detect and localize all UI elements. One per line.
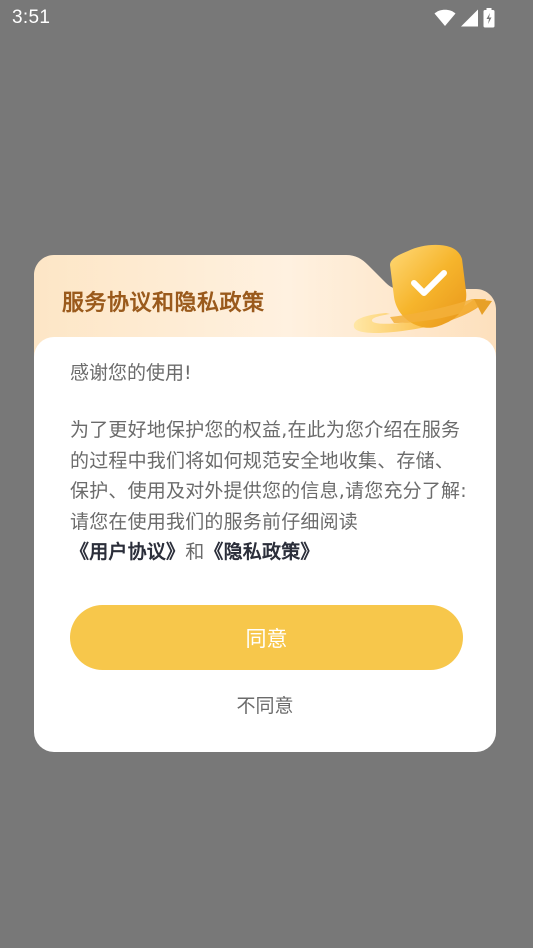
agreement-paragraph: 为了更好地保护您的权益,在此为您介绍在服务的过程中我们将如何规范安全地收集、存储… (70, 415, 468, 568)
dialog-body: 感谢您的使用! 为了更好地保护您的权益,在此为您介绍在服务的过程中我们将如何规范… (34, 337, 496, 752)
user-agreement-link[interactable]: 《用户协议》 (70, 541, 185, 563)
agree-button[interactable]: 同意 (70, 605, 463, 670)
greeting-text: 感谢您的使用! (70, 362, 192, 384)
status-bar: 3:51 (0, 0, 533, 36)
status-time: 3:51 (12, 7, 51, 28)
battery-charging-icon (483, 8, 495, 28)
privacy-policy-link[interactable]: 《隐私政策》 (204, 541, 319, 563)
signal-icon (460, 9, 479, 27)
shield-check-icon (346, 243, 496, 343)
paragraph-text: 为了更好地保护您的权益,在此为您介绍在服务的过程中我们将如何规范安全地收集、存储… (70, 419, 467, 533)
dialog-title: 服务协议和隐私政策 (62, 291, 265, 316)
connector-text: 和 (185, 541, 205, 563)
disagree-button[interactable]: 不同意 (34, 688, 496, 720)
wifi-icon (434, 9, 456, 27)
status-icons (434, 7, 495, 29)
privacy-dialog: 服务协议和隐私政策 感谢您的使用! 为了更好地保护您的权益,在此为您介绍在服务的… (34, 244, 496, 752)
